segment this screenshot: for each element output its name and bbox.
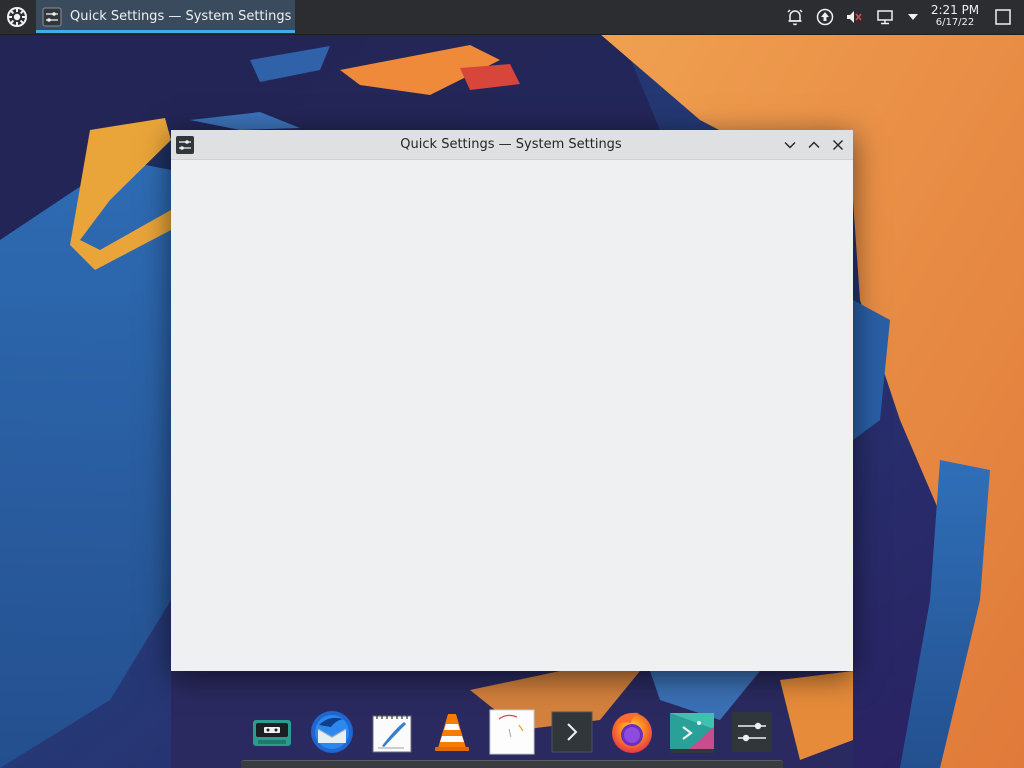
digital-clock[interactable]: 2:21 PM 6/17/22 bbox=[926, 4, 984, 30]
vlc-cone-icon bbox=[435, 714, 469, 751]
top-panel: Quick Settings — System Settings 2:21 PM… bbox=[0, 0, 1024, 35]
thunderbird-icon bbox=[311, 711, 353, 753]
active-task-indicator bbox=[36, 30, 295, 33]
chevron-down-icon bbox=[784, 142, 796, 149]
drawing-app[interactable] bbox=[488, 708, 536, 756]
settings-sliders-icon bbox=[732, 712, 772, 752]
dock-shelf bbox=[241, 760, 783, 768]
notification-bell-icon[interactable] bbox=[784, 6, 806, 28]
window-title: Quick Settings — System Settings bbox=[400, 137, 622, 152]
terminal-app[interactable] bbox=[548, 708, 596, 756]
discover-app[interactable] bbox=[668, 708, 716, 756]
system-settings-window: Quick Settings — System Settings bbox=[171, 130, 853, 671]
cassette-icon bbox=[253, 720, 291, 746]
app-launcher-icon[interactable] bbox=[4, 4, 30, 30]
update-arrow-icon[interactable] bbox=[814, 6, 836, 28]
cassette-player-app[interactable] bbox=[248, 708, 296, 756]
close-icon bbox=[833, 140, 843, 150]
text-editor-app[interactable] bbox=[368, 708, 416, 756]
volume-muted-icon[interactable] bbox=[843, 6, 865, 28]
system-settings-app[interactable] bbox=[728, 708, 776, 756]
taskbar-item-quick-settings[interactable]: Quick Settings — System Settings bbox=[36, 0, 295, 33]
close-button[interactable] bbox=[827, 134, 849, 156]
notepad-quill-icon bbox=[372, 713, 412, 753]
settings-sliders-icon[interactable] bbox=[175, 135, 195, 155]
discover-store-icon bbox=[670, 713, 714, 753]
clock-time: 2:21 PM bbox=[930, 3, 980, 17]
taskbar-item-label: Quick Settings — System Settings bbox=[70, 9, 292, 24]
tray-expand-arrow-icon[interactable] bbox=[902, 6, 924, 28]
firefox-icon bbox=[612, 712, 652, 753]
firefox-app[interactable] bbox=[608, 708, 656, 756]
terminal-chevron-icon bbox=[551, 711, 593, 753]
settings-sliders-icon bbox=[42, 7, 62, 27]
chevron-up-icon bbox=[808, 141, 820, 148]
display-icon[interactable] bbox=[874, 6, 896, 28]
show-desktop-icon[interactable] bbox=[992, 6, 1014, 28]
drawing-canvas-icon bbox=[489, 709, 535, 755]
thunderbird-app[interactable] bbox=[308, 708, 356, 756]
clock-date: 6/17/22 bbox=[935, 17, 975, 28]
window-titlebar[interactable]: Quick Settings — System Settings bbox=[171, 130, 853, 160]
window-content-area bbox=[171, 160, 853, 671]
vlc-app[interactable] bbox=[428, 708, 476, 756]
maximize-button[interactable] bbox=[803, 134, 825, 156]
minimize-button[interactable] bbox=[779, 134, 801, 156]
